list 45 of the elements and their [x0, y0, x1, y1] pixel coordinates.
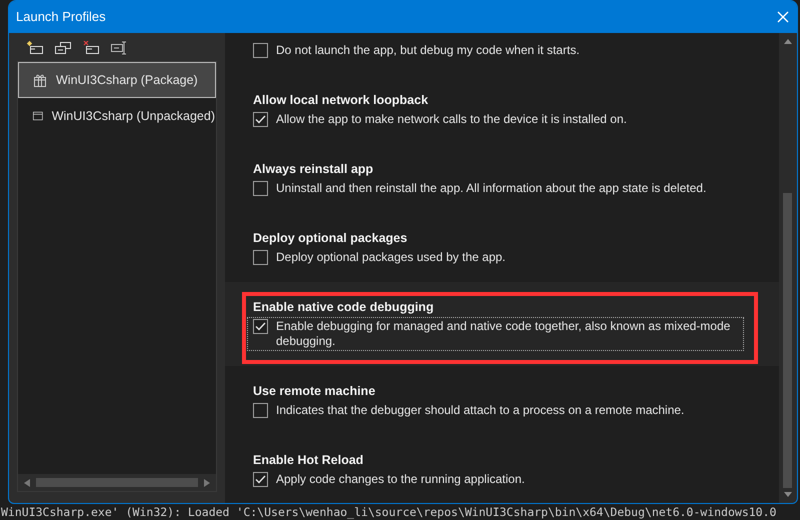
checkbox-row[interactable]: Indicates that the debugger should attach to a process on a remote machine.	[247, 401, 690, 420]
scroll-down-icon[interactable]	[784, 492, 792, 497]
scroll-right-icon[interactable]	[204, 478, 210, 486]
checkbox[interactable]	[253, 403, 268, 418]
copy-profile-icon[interactable]	[55, 41, 71, 55]
new-profile-icon[interactable]	[27, 41, 43, 55]
close-icon[interactable]	[777, 11, 789, 23]
window-title: Launch Profiles	[16, 8, 106, 26]
setting-title: Enable Hot Reload	[253, 452, 364, 468]
scroll-thumb[interactable]	[783, 193, 792, 488]
setting-description: Do not launch the app, but debug my code when it starts.	[276, 43, 580, 58]
checkbox-row[interactable]: Allow the app to make network calls to the device it is installed on.	[247, 110, 633, 129]
setting-title: Use remote machine	[253, 383, 376, 399]
gift-icon	[33, 73, 47, 87]
setting-description: Apply code changes to the running application.	[276, 472, 525, 487]
scroll-up-icon[interactable]	[784, 39, 792, 44]
checkbox[interactable]	[253, 181, 268, 196]
setting-title: Deploy optional packages	[253, 230, 408, 246]
setting-title: Enable native code debugging	[253, 299, 434, 315]
profile-item[interactable]: WinUI3Csharp (Unpackaged)	[18, 98, 216, 134]
checkbox[interactable]	[253, 43, 268, 58]
checkbox-row[interactable]: Do not launch the app, but debug my code when it starts.	[247, 41, 586, 60]
checkbox[interactable]	[253, 472, 268, 487]
setting-description: Allow the app to make network calls to the device it is installed on.	[276, 112, 627, 127]
checkbox-row[interactable]: Enable debugging for managed and native code together, also known as mixed-mode debugging.	[247, 317, 744, 351]
rename-profile-icon[interactable]	[111, 41, 127, 55]
setting-title: Always reinstall app	[253, 161, 374, 177]
checkbox[interactable]	[253, 319, 268, 334]
checkbox[interactable]	[253, 250, 268, 265]
delete-profile-icon[interactable]	[83, 41, 99, 55]
output-text: WinUI3Csharp.exe' (Win32): Loaded 'C:\Users\wenhao_li\source\repos\WinUI3Csharp\bin\x64\Debug\net6.0-windows10.0	[0, 505, 776, 520]
checkbox[interactable]	[253, 112, 268, 127]
setting-description: Enable debugging for managed and native code together, also known as mixed-mode debugging.	[276, 319, 732, 349]
checkbox-row[interactable]: Deploy optional packages used by the app.	[247, 248, 512, 267]
window-icon	[33, 110, 43, 122]
checkbox-row[interactable]: Apply code changes to the running application.	[247, 470, 531, 489]
profile-item[interactable]: WinUI3Csharp (Package)	[18, 62, 216, 98]
scroll-thumb[interactable]	[36, 478, 198, 487]
horizontal-scrollbar[interactable]	[18, 474, 216, 491]
setting-description: Deploy optional packages used by the app.	[276, 250, 506, 265]
setting-description: Uninstall and then reinstall the app. All information about the app state is deleted.	[276, 181, 706, 196]
setting-title: Allow local network loopback	[253, 92, 428, 108]
checkbox-row[interactable]: Uninstall and then reinstall the app. All information about the app state is deleted.	[247, 179, 712, 198]
scroll-left-icon[interactable]	[24, 478, 30, 486]
setting-description: Indicates that the debugger should attach to a process on a remote machine.	[276, 403, 684, 418]
